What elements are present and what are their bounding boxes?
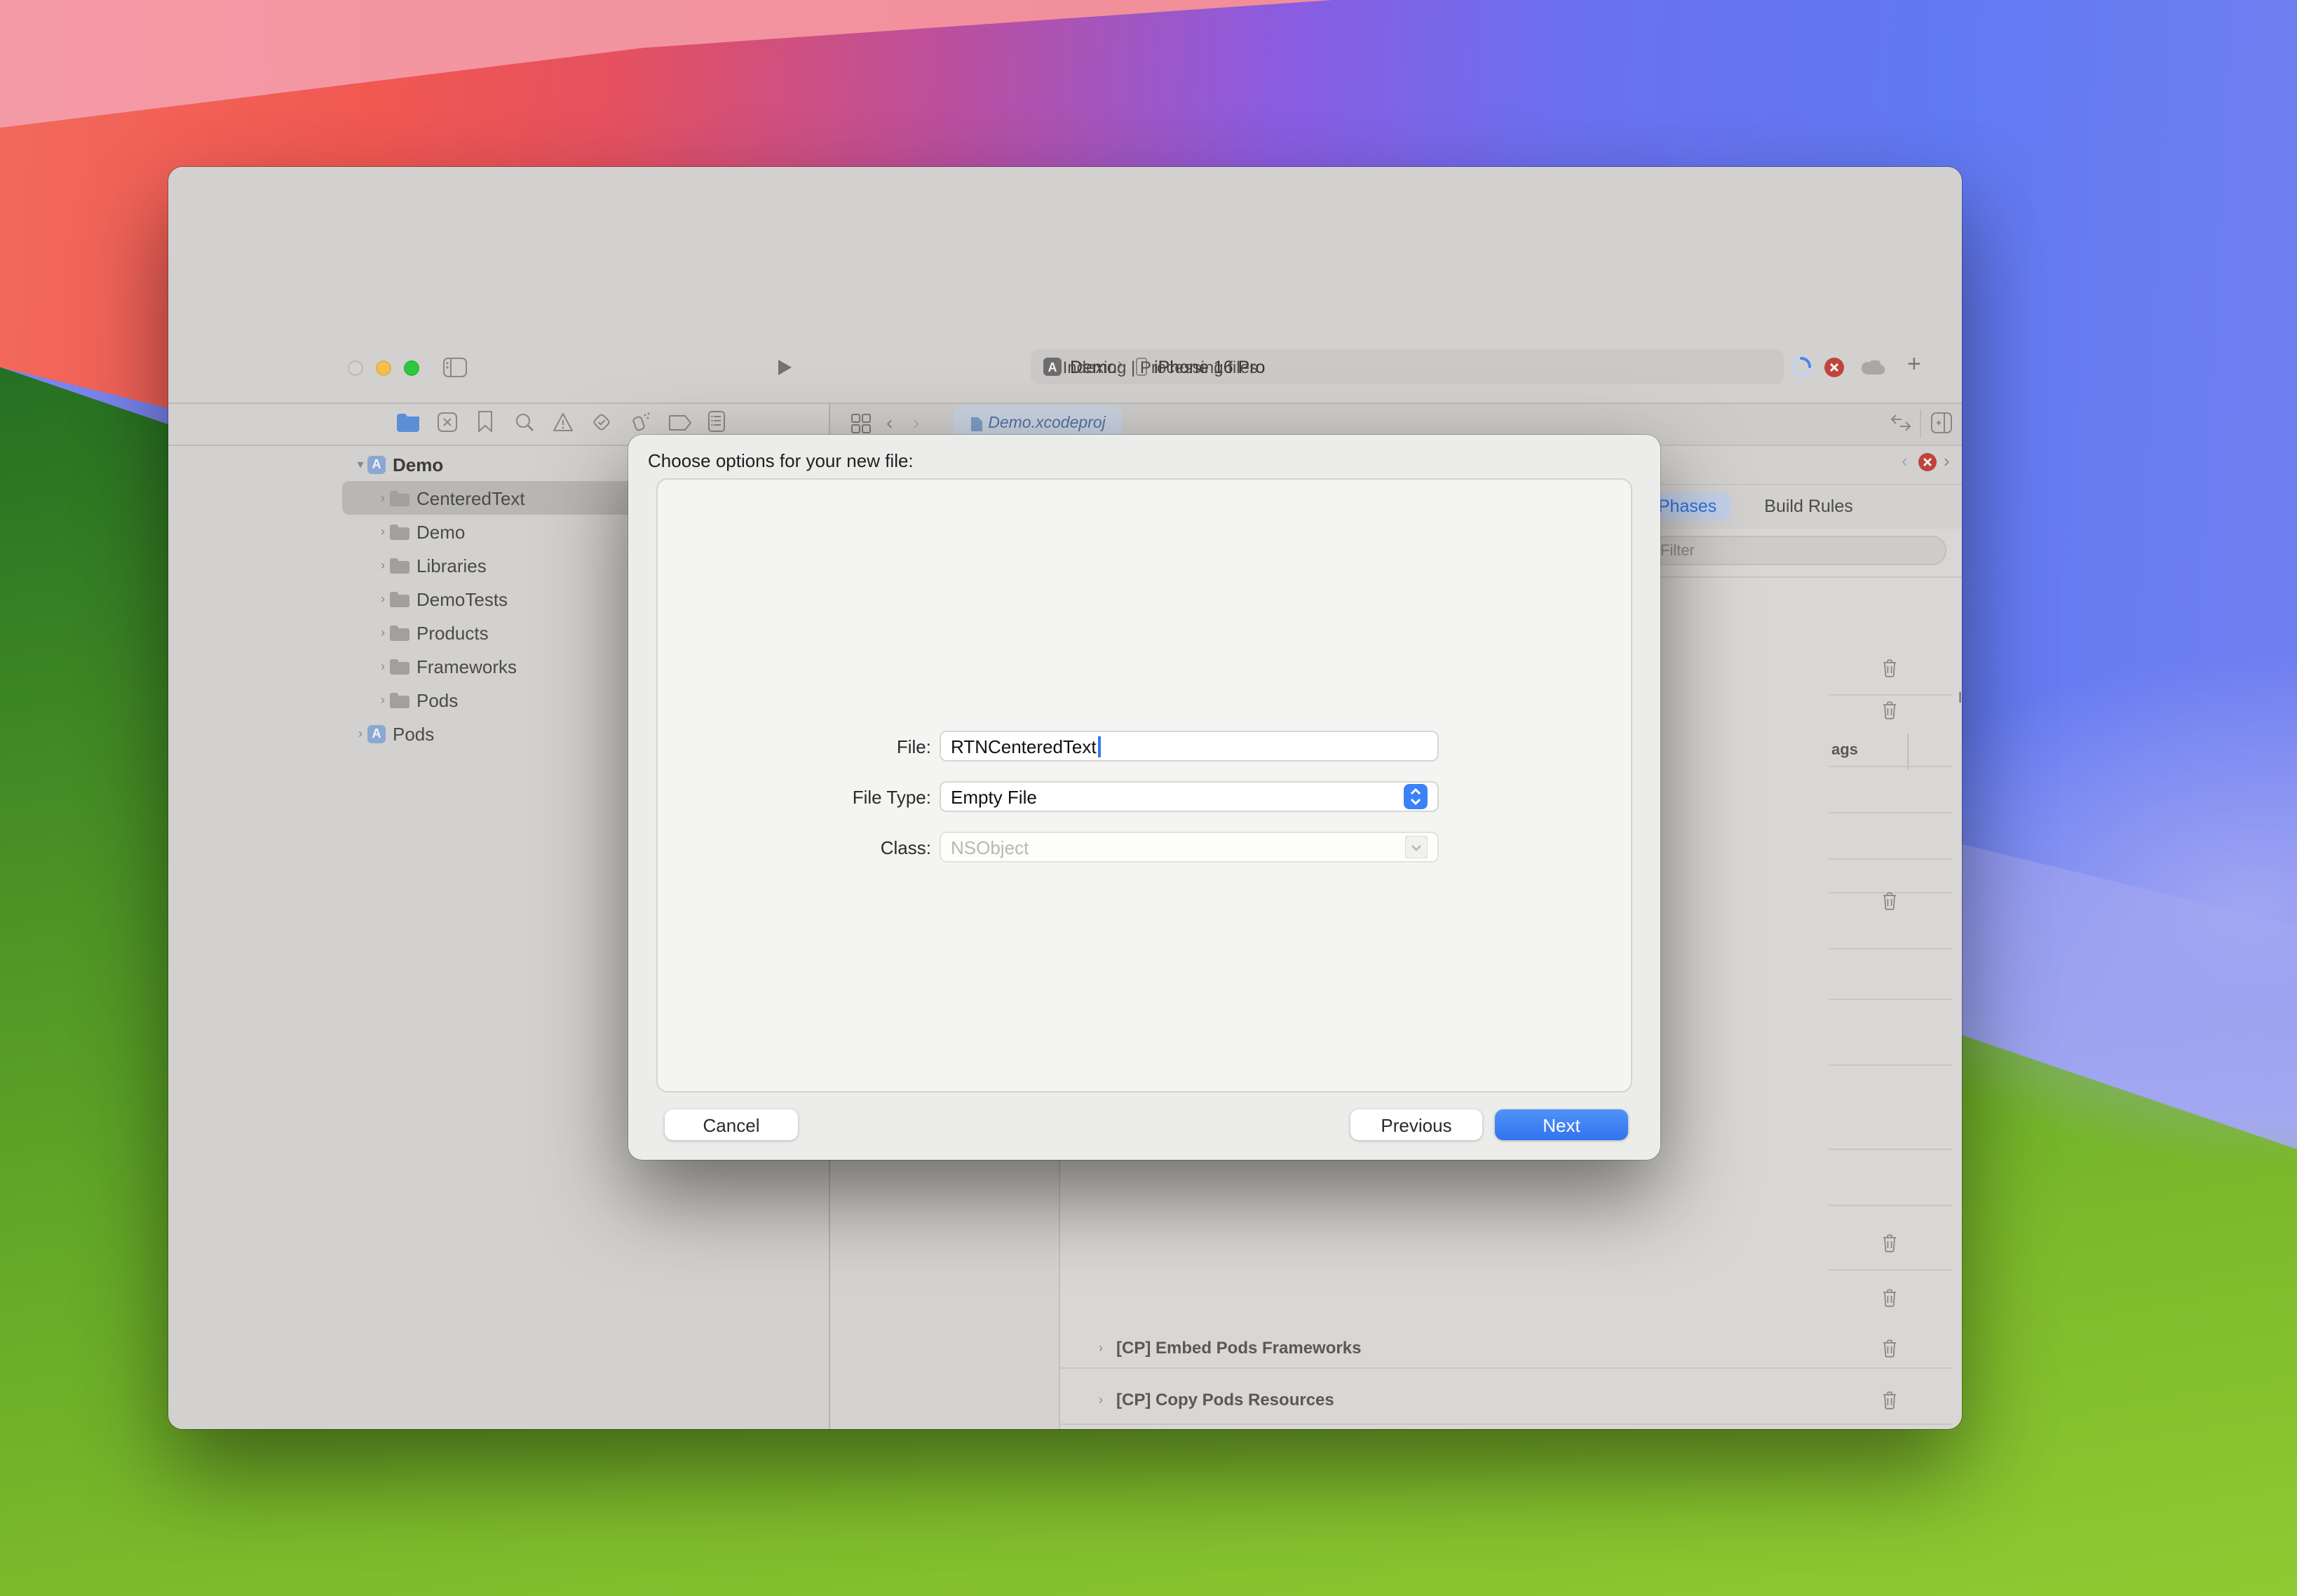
file-name-value: RTNCenteredText [951, 736, 1097, 757]
xcode-project-icon: A [367, 724, 386, 743]
folder-icon [390, 557, 409, 573]
popup-stepper-icon [1404, 784, 1428, 809]
close-button[interactable] [348, 360, 363, 376]
indent-using-label: Indent Using [1938, 690, 1962, 707]
folder-icon [390, 658, 409, 674]
project-navigator-icon[interactable] [397, 414, 419, 432]
file-type-popup[interactable]: Empty File [940, 781, 1439, 812]
previous-button[interactable]: Previous [1350, 1109, 1482, 1140]
class-placeholder: NSObject [951, 837, 1029, 858]
bookmark-navigator-icon[interactable] [478, 411, 492, 432]
folder-icon [390, 692, 409, 708]
report-navigator-icon[interactable] [708, 411, 725, 432]
minimize-button[interactable] [376, 360, 391, 376]
folder-icon [390, 591, 409, 607]
folder-icon [390, 490, 409, 506]
name-label: Name [1960, 477, 1962, 494]
row-copy-pods-resources[interactable]: › [CP] Copy Pods Resources [1094, 1390, 1334, 1409]
chevron-right-icon[interactable]: › [1094, 1393, 1108, 1407]
editor-grid-icon[interactable] [851, 414, 871, 433]
scheme-app-icon: A [1043, 358, 1062, 376]
next-button[interactable]: Next [1495, 1109, 1628, 1140]
chevron-right-icon[interactable]: › [376, 558, 390, 572]
desktop: A Demo › iPhone 16 Pro Indexing | Proces… [0, 0, 2297, 1596]
delete-phase-icon[interactable] [1882, 701, 1897, 719]
file-type-label: File Type: [763, 787, 931, 808]
row-embed-pods-frameworks[interactable]: › [CP] Embed Pods Frameworks [1094, 1338, 1361, 1358]
activity-status: Indexing | Processing files [1063, 358, 1258, 377]
chevron-right-icon[interactable]: › [376, 659, 390, 673]
editor-tab-label: Demo.xcodeproj [988, 415, 1105, 432]
zoom-button[interactable] [404, 360, 419, 376]
location-label: Location [1960, 515, 1962, 532]
build-phases-filter-input[interactable]: Filter [1627, 536, 1946, 565]
chevron-right-icon[interactable]: › [1094, 1341, 1108, 1355]
progress-spinner-icon [1791, 356, 1812, 377]
find-navigator-icon[interactable] [515, 412, 534, 432]
delete-phase-icon[interactable] [1882, 892, 1897, 910]
tab-build-rules[interactable]: Build Rules [1764, 496, 1852, 516]
add-toolbar-item-icon[interactable]: + [1907, 351, 1921, 379]
chevron-right-icon[interactable]: › [353, 726, 367, 740]
source-control-navigator-icon[interactable] [438, 412, 457, 432]
toggle-navigator-icon[interactable] [443, 358, 467, 377]
issue-navigator-icon[interactable] [553, 412, 574, 432]
add-editor-icon[interactable] [1931, 412, 1952, 433]
file-name-input[interactable]: RTNCenteredText [940, 731, 1439, 762]
partial-tags-label: ags [1831, 742, 1858, 759]
delete-phase-icon[interactable] [1882, 1289, 1897, 1307]
delete-phase-icon[interactable] [1882, 1391, 1897, 1409]
chevron-right-icon[interactable]: › [376, 693, 390, 707]
error-count-badge[interactable] [1824, 358, 1844, 377]
project-file-icon [970, 416, 982, 431]
new-file-options-dialog: Choose options for your new file: File: … [628, 435, 1660, 1160]
file-label: File: [763, 736, 931, 757]
chevron-right-icon[interactable]: › [376, 491, 390, 505]
combo-chevron-icon [1405, 836, 1428, 858]
class-label: Class: [763, 837, 931, 858]
code-review-icon[interactable] [1890, 414, 1911, 432]
test-navigator-icon[interactable] [592, 412, 611, 432]
run-button[interactable] [777, 359, 792, 376]
next-issue-icon[interactable]: › [1944, 450, 1950, 471]
chevron-right-icon[interactable]: › [376, 525, 390, 539]
file-type-value: Empty File [951, 786, 1037, 807]
debug-navigator-icon[interactable] [631, 411, 651, 432]
chevron-right-icon[interactable]: › [376, 592, 390, 606]
folder-icon [390, 625, 409, 640]
widths-label: Widths [1960, 724, 1962, 740]
cloud-icon [1861, 360, 1886, 376]
delete-phase-icon[interactable] [1882, 1234, 1897, 1252]
previous-issue-icon[interactable]: ‹ [1902, 450, 1908, 471]
delete-phase-icon[interactable] [1882, 659, 1897, 677]
back-navigation-icon[interactable]: ‹ [886, 411, 893, 433]
cancel-button[interactable]: Cancel [665, 1109, 798, 1140]
chevron-down-icon[interactable]: ▾ [353, 457, 367, 472]
delete-phase-icon[interactable] [1882, 1339, 1897, 1358]
text-cursor [1098, 736, 1101, 757]
breakpoint-navigator-icon[interactable] [669, 415, 691, 431]
forward-navigation-icon[interactable]: › [913, 411, 919, 433]
dialog-title: Choose options for your new file: [648, 450, 914, 471]
jumpbar-error-badge[interactable] [1918, 453, 1937, 471]
xcode-project-icon: A [367, 455, 386, 473]
folder-icon [390, 524, 409, 539]
filter-placeholder: Filter [1660, 542, 1695, 559]
fullpath-label: Full Path [1960, 571, 1962, 588]
class-combobox: NSObject [940, 832, 1439, 863]
chevron-right-icon[interactable]: › [376, 625, 390, 640]
